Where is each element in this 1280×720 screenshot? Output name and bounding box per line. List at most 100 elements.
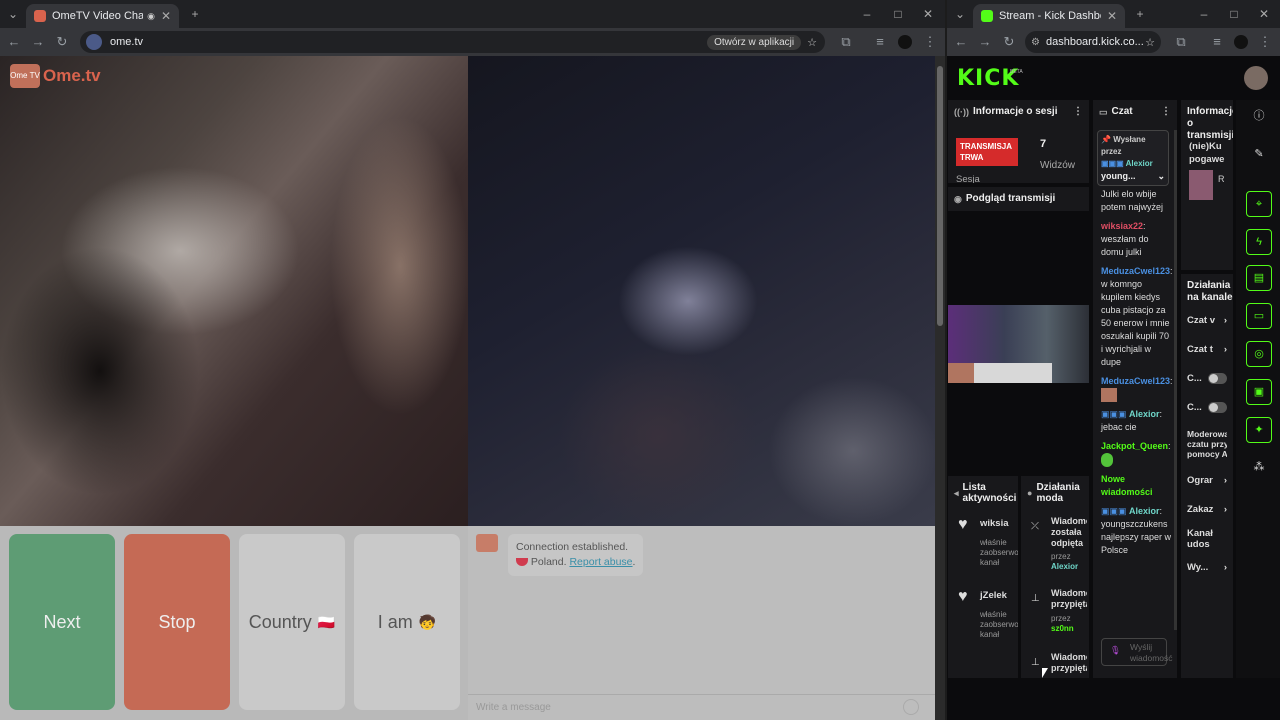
green-emote-icon <box>1101 453 1113 467</box>
back-icon-right[interactable]: ← <box>953 34 969 49</box>
chat-icon[interactable]: ▭ <box>1246 303 1272 329</box>
next-button[interactable]: Next <box>9 534 115 710</box>
stop-button[interactable]: Stop <box>124 534 230 710</box>
toggle-switch[interactable] <box>1207 373 1227 384</box>
new-tab-icon[interactable]: + <box>186 6 204 22</box>
id-card-icon[interactable]: ▣ <box>1246 379 1272 405</box>
minimize-icon-right[interactable]: – <box>1195 6 1213 22</box>
kick-browser-window: ⌄ Stream - Kick Dashboard ✕ + – □ ✕ ← → … <box>947 0 1280 720</box>
bookmark-star-icon-right[interactable]: ☆ <box>1145 36 1155 49</box>
address-bar[interactable]: ome.tv Otwórz w aplikacji ☆ <box>80 31 825 53</box>
chat-username[interactable]: Alexior <box>1129 506 1160 516</box>
stream-preview-thumbnail[interactable] <box>948 305 1089 383</box>
document-icon[interactable]: ▤ <box>1246 265 1272 291</box>
site-settings-icon[interactable]: ⚙ <box>1031 37 1040 48</box>
forward-icon-right[interactable]: → <box>977 34 993 49</box>
country-button[interactable]: Country 🇵🇱 <box>239 534 345 710</box>
toggle-switch[interactable] <box>1207 402 1227 413</box>
gender-button[interactable]: I am 🧒 <box>354 534 460 710</box>
channel-action-row[interactable]: Czat v › <box>1187 306 1227 335</box>
channel-action-row[interactable]: Czat t › <box>1187 335 1227 364</box>
activity-user[interactable]: wiksia <box>980 518 1009 529</box>
viewers-label: Widzów <box>1040 160 1076 171</box>
channel-action-row[interactable]: Kanał udos <box>1187 524 1227 553</box>
tab-search-icon-right[interactable]: ⌄ <box>951 6 969 22</box>
close-tab-icon[interactable]: ✕ <box>161 9 171 23</box>
close-tab-icon-right[interactable]: ✕ <box>1107 9 1117 23</box>
reload-icon[interactable]: ↻ <box>54 34 70 50</box>
mod-user[interactable]: sz0nn <box>1051 624 1074 633</box>
broadcast-icon[interactable]: ◎ <box>1246 341 1272 367</box>
channel-action-row[interactable]: C... <box>1187 393 1227 422</box>
stream-info-panel: Informacje o transmisji (nie)Ku pogawe R <box>1181 100 1233 270</box>
tab-search-icon[interactable]: ⌄ <box>4 6 22 22</box>
user-avatar[interactable] <box>1244 66 1268 90</box>
close-window-icon[interactable]: ✕ <box>919 6 937 22</box>
channel-action-row[interactable]: Moderowanie czatu przy pomocy AI <box>1187 422 1227 466</box>
new-messages-label[interactable]: Nowe wiadomości <box>1101 473 1173 499</box>
session-menu-icon[interactable]: ⋮ <box>1073 106 1083 118</box>
tab-bar: ⌄ OmeTV Video Chat — Ome ◉ ✕ + – □ ✕ <box>0 0 945 28</box>
send-message-input[interactable]: 🎙 Wyślij wiadomość <box>1101 638 1173 666</box>
maximize-icon-right[interactable]: □ <box>1225 6 1243 22</box>
chat-scrollbar[interactable] <box>1174 130 1177 630</box>
chat-menu-icon[interactable]: ⋮ <box>1161 106 1171 118</box>
badges-icon: ▣▣▣ <box>1101 506 1127 516</box>
heart-icon: ♥ <box>958 588 968 605</box>
pinned-message[interactable]: 📌 Wysłane przez ▣▣▣ Alexior young... ⌄ <box>1097 130 1169 186</box>
menu-icon-right[interactable]: ⋮ <box>1257 34 1273 50</box>
address-bar-right[interactable]: ⚙ dashboard.kick.co... ☆ <box>1025 31 1161 53</box>
bookmark-star-icon[interactable]: ☆ <box>807 36 817 49</box>
chat-username[interactable]: MeduzaCwel123 <box>1101 376 1170 386</box>
profile-icon[interactable] <box>898 35 912 49</box>
forward-icon[interactable]: → <box>30 34 46 49</box>
reload-icon-right[interactable]: ↻ <box>1001 34 1017 50</box>
chat-username[interactable]: Jackpot_Queen <box>1101 441 1168 451</box>
chat-messages: Julki elo wbije potem najwyżej wiksiax22… <box>1101 188 1173 563</box>
open-in-app-button[interactable]: Otwórz w aplikacji <box>707 34 802 50</box>
scrollbar-thumb[interactable] <box>937 66 943 326</box>
target-icon[interactable]: ⌖ <box>1246 191 1272 217</box>
channel-action-row[interactable]: Zakaz › <box>1187 495 1227 524</box>
tab-kick[interactable]: Stream - Kick Dashboard ✕ <box>973 4 1125 28</box>
emoji-icon[interactable] <box>903 699 919 715</box>
connection-text: Connection established. <box>516 541 629 553</box>
pencil-icon[interactable]: ✎ <box>1246 142 1272 168</box>
ometv-logo[interactable]: Ome TV Ome.tv <box>10 64 101 88</box>
menu-icon[interactable]: ⋮ <box>922 34 938 50</box>
chat-username[interactable]: wiksiax22 <box>1101 221 1143 231</box>
profile-icon-right[interactable] <box>1234 35 1248 49</box>
emote-icon <box>1101 388 1117 402</box>
ometv-chat: Connection established. Poland. Report a… <box>468 526 935 720</box>
maximize-icon[interactable]: □ <box>889 6 907 22</box>
message-input[interactable]: Write a message <box>468 694 935 720</box>
activity-user[interactable]: jZelek <box>980 590 1007 601</box>
site-info-icon[interactable] <box>86 34 102 50</box>
minimize-icon[interactable]: – <box>858 6 876 22</box>
extensions-icon-right[interactable]: ⧉ <box>1173 34 1189 50</box>
report-abuse-link[interactable]: Report abuse <box>569 556 632 568</box>
page-scrollbar[interactable] <box>935 56 945 720</box>
tab-ometv[interactable]: OmeTV Video Chat — Ome ◉ ✕ <box>26 4 179 28</box>
channel-action-row[interactable]: Ograr › <box>1187 466 1227 495</box>
info-icon[interactable]: ⓘ <box>1246 104 1272 130</box>
channel-action-label: C... <box>1187 373 1202 384</box>
channel-action-row[interactable]: Wy... › <box>1187 553 1227 582</box>
chevron-down-icon[interactable]: ⌄ <box>1157 170 1165 182</box>
chat-username[interactable]: Alexior <box>1129 409 1160 419</box>
category-thumbnail[interactable] <box>1189 170 1213 200</box>
wrench-icon[interactable]: ✦ <box>1246 417 1272 443</box>
media-icon[interactable]: ≡ <box>872 34 888 49</box>
channel-action-row[interactable]: C... <box>1187 364 1227 393</box>
back-icon[interactable]: ← <box>6 34 22 49</box>
microphone-icon[interactable]: 🎙 <box>1110 645 1121 656</box>
apps-icon[interactable]: ⁂ <box>1246 455 1272 481</box>
mod-user[interactable]: Alexior <box>1051 562 1078 571</box>
bolt-icon[interactable]: ϟ <box>1246 229 1272 255</box>
ometv-page: Ome TV Ome.tv Next Stop Country 🇵🇱 I am … <box>0 56 938 720</box>
new-tab-icon-right[interactable]: + <box>1131 6 1149 22</box>
extensions-icon[interactable]: ⧉ <box>838 34 854 50</box>
chat-username[interactable]: MeduzaCwel123 <box>1101 266 1170 276</box>
close-window-icon-right[interactable]: ✕ <box>1255 6 1273 22</box>
media-icon-right[interactable]: ≡ <box>1209 34 1225 49</box>
